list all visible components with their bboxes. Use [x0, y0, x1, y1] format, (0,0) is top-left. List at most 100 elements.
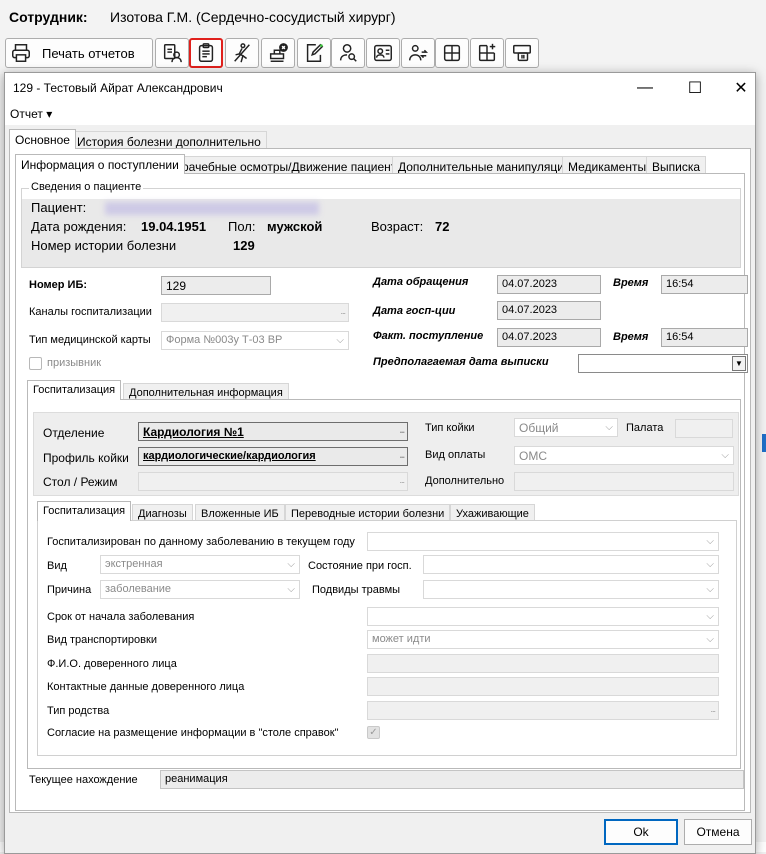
payment-label: Вид оплаты	[425, 449, 486, 461]
clipboard-button[interactable]	[189, 38, 223, 68]
reason-select[interactable]: заболевание ⌵	[100, 580, 300, 599]
card-type-select[interactable]: Форма №003у Т-03 ВР ⌵	[161, 331, 349, 350]
tab-history-extra[interactable]: История болезни дополнительно	[71, 131, 267, 149]
inner-tab-nested-ib[interactable]: Вложенные ИБ	[195, 504, 285, 521]
tab-discharge[interactable]: Выписка	[646, 156, 707, 174]
patient-name-redacted	[105, 202, 319, 215]
background-scroll-marker	[762, 434, 766, 452]
report-menu[interactable]: Отчет ▾	[10, 107, 52, 121]
onset-select[interactable]: ⌵	[367, 607, 719, 626]
tab-admission-info[interactable]: Информация о поступлении	[15, 154, 185, 174]
inner-tab-diagnoses[interactable]: Диагнозы	[132, 504, 193, 521]
state-select[interactable]: ⌵	[423, 555, 719, 574]
request-date-field[interactable]: 04.07.2023	[497, 275, 601, 294]
person-search-icon	[339, 44, 357, 62]
ward-field[interactable]	[675, 419, 733, 438]
chevron-down-icon: ⌵	[706, 584, 714, 595]
type-value: экстренная	[105, 558, 163, 570]
actual-admission-date-field[interactable]: 04.07.2023	[497, 328, 601, 347]
person-search-button[interactable]	[331, 38, 365, 68]
hosp-date-field[interactable]: 04.07.2023	[497, 301, 601, 320]
inner-tab-caregivers[interactable]: Ухаживающие	[450, 504, 535, 521]
actual-time-field[interactable]: 16:54	[661, 328, 748, 347]
additional-label: Дополнительно	[425, 475, 505, 487]
ib-number-label: Номер ИБ:	[29, 279, 88, 291]
discharge-patient-button[interactable]	[225, 38, 259, 68]
person-transfer-button[interactable]	[401, 38, 435, 68]
payment-value: ОМС	[519, 449, 547, 463]
tab-additional-info[interactable]: Дополнительная информация	[123, 383, 289, 400]
sex-value: мужской	[267, 219, 323, 234]
card-type-value: Форма №003у Т-03 ВР	[166, 334, 283, 346]
grid-layout-button[interactable]	[435, 38, 469, 68]
tab-hospitalization[interactable]: Госпитализация	[27, 380, 122, 400]
chevron-down-icon: ⌵	[605, 422, 613, 433]
bed-profile-label: Профиль койки	[43, 451, 129, 465]
bed-profile-field[interactable]: кардиологические/кардиология...	[138, 447, 408, 466]
consent-checkbox[interactable]: ✓	[367, 726, 380, 739]
stamp-delete-button[interactable]	[261, 38, 295, 68]
grid-add-button[interactable]	[470, 38, 504, 68]
patient-document-button[interactable]	[155, 38, 189, 68]
transport-select[interactable]: может идти ⌵	[367, 630, 719, 649]
bed-type-select[interactable]: Общий ⌵	[514, 418, 618, 437]
calendar-dropdown-icon[interactable]: ▼	[732, 356, 746, 371]
patient-info-legend: Сведения о пациенте	[29, 181, 144, 193]
close-button[interactable]: ✕	[721, 77, 761, 99]
edit-document-button[interactable]	[297, 38, 331, 68]
inner-tab-hospitalization[interactable]: Госпитализация	[37, 501, 132, 521]
trusted-contact-field[interactable]	[367, 677, 719, 696]
actual-time-label: Время	[613, 331, 649, 343]
department-label: Отделение	[43, 426, 105, 440]
print-reports-button[interactable]: Печать отчетов	[5, 38, 153, 68]
department-field[interactable]: Кардиология №1...	[138, 422, 408, 441]
current-location-field[interactable]: реанимация	[160, 770, 744, 789]
type-select[interactable]: экстренная ⌵	[100, 555, 300, 574]
tab-medical-exams[interactable]: Врачебные осмотры/Движение пациента	[168, 156, 409, 174]
additional-field[interactable]	[514, 472, 734, 491]
transport-label: Вид транспортировки	[47, 634, 157, 646]
kinship-field[interactable]: ...	[367, 701, 719, 720]
request-time-field[interactable]: 16:54	[661, 275, 748, 294]
table-mode-field[interactable]: ...	[138, 472, 408, 491]
sex-label: Пол:	[228, 219, 256, 234]
maximize-button[interactable]: ☐	[675, 77, 715, 99]
same-disease-label: Госпитализирован по данному заболеванию …	[47, 536, 355, 548]
expected-discharge-field[interactable]: ▼	[578, 354, 748, 373]
birth-date-value: 19.04.1951	[141, 219, 207, 234]
ib-number-field[interactable]: 129	[161, 276, 271, 295]
trusted-name-field[interactable]	[367, 654, 719, 673]
main-toolbar: Печать отчетов	[0, 34, 766, 74]
age-value: 72	[435, 219, 450, 234]
minimize-button[interactable]: —	[625, 77, 665, 99]
inner-tab-transfer-histories[interactable]: Переводные истории болезни	[285, 504, 451, 521]
tab-medications[interactable]: Медикаменты	[562, 156, 653, 174]
print-reports-label: Печать отчетов	[42, 45, 135, 61]
person-card-icon	[374, 44, 392, 62]
ok-button[interactable]: Ok	[604, 819, 678, 845]
same-disease-select[interactable]: ⌵	[367, 532, 719, 551]
card-type-label: Тип медицинской карты	[29, 334, 151, 346]
dialog-titlebar: 129 - Тестовый Айрат Александрович — ☐ ✕	[5, 73, 755, 103]
department-value: Кардиология №1	[143, 425, 244, 439]
hosp-channels-field[interactable]: ...	[161, 303, 349, 322]
actual-admission-label: Факт. поступление	[373, 330, 484, 342]
conscript-label: призывник	[47, 357, 102, 369]
conscript-checkbox[interactable]	[29, 357, 42, 370]
bed-button[interactable]	[505, 38, 539, 68]
tab-main[interactable]: Основное	[9, 129, 76, 149]
chevron-down-icon: ⌵	[336, 335, 344, 346]
request-date-label: Дата обращения	[373, 276, 469, 288]
payment-select[interactable]: ОМС ⌵	[514, 446, 734, 465]
bed-type-label: Тип койки	[425, 422, 475, 434]
onset-label: Срок от начала заболевания	[47, 611, 195, 623]
injury-subtype-select[interactable]: ⌵	[423, 580, 719, 599]
ellipsis-icon: ...	[399, 475, 404, 485]
current-location-label: Текущее нахождение	[29, 774, 138, 786]
person-card-button[interactable]	[366, 38, 400, 68]
cancel-button[interactable]: Отмена	[684, 819, 752, 845]
tab-extra-manipulations[interactable]: Дополнительные манипуляции	[392, 156, 577, 174]
person-transfer-icon	[409, 44, 429, 61]
bed-type-value: Общий	[519, 421, 559, 435]
ellipsis-icon: ...	[710, 704, 715, 714]
